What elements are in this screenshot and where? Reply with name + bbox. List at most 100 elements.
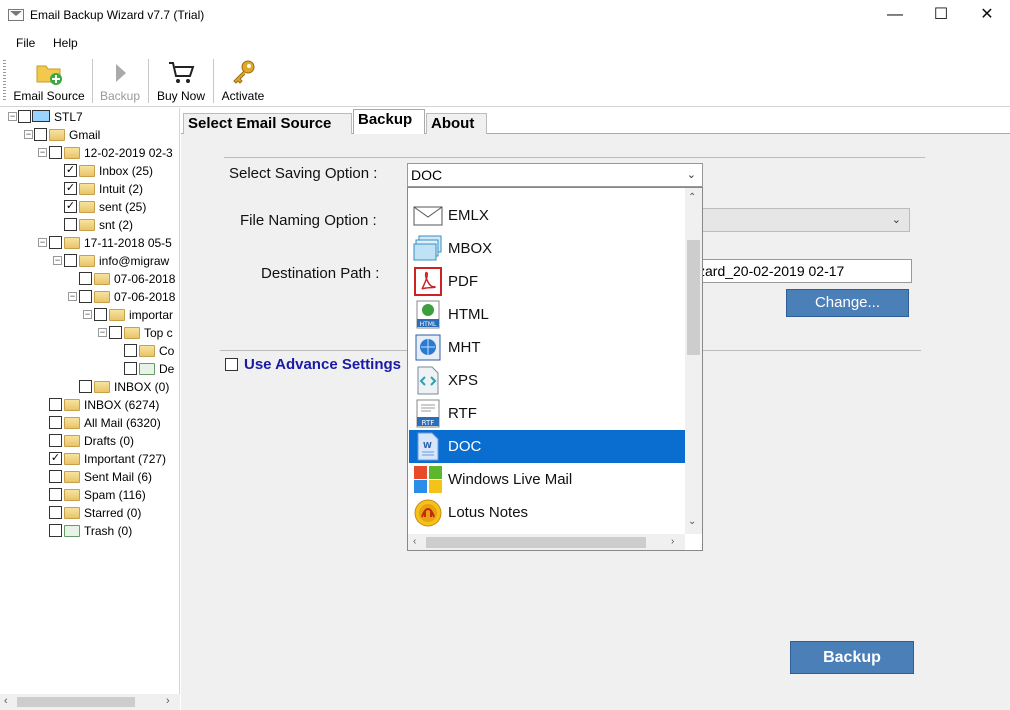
tree-checkbox[interactable] [34,128,47,141]
tree-checkbox[interactable] [49,416,62,429]
maximize-button[interactable]: ☐ [918,0,964,32]
tree-node-inbox0[interactable]: INBOX (0) [0,378,179,396]
saving-option-select[interactable]: DOC ⌄ [407,163,703,187]
backup-toolbar-button[interactable]: Backup [96,55,144,107]
tree-node-top[interactable]: − Top c [0,324,179,342]
backup-toolbar-label: Backup [99,89,141,103]
tree-checkbox-checked[interactable]: ✓ [49,452,62,465]
tree-checkbox[interactable] [64,218,77,231]
tree-checkbox-checked[interactable]: ✓ [64,200,77,213]
tree-node-intuit[interactable]: ✓ Intuit (2) [0,180,179,198]
backup-button[interactable]: Backup [790,641,914,674]
tree-node-spam[interactable]: Spam (116) [0,486,179,504]
option-mht[interactable]: MHT [409,331,685,364]
computer-icon [32,110,50,122]
tree-checkbox[interactable] [64,254,77,267]
tree-node-sentmail[interactable]: Sent Mail (6) [0,468,179,486]
close-button[interactable]: ✕ [964,0,1010,32]
scroll-thumb[interactable] [426,537,646,548]
tree-node-inbox[interactable]: ✓ Inbox (25) [0,162,179,180]
tree-checkbox[interactable] [18,110,31,123]
file-naming-select[interactable]: ⌄ [697,208,910,232]
tree-node-drafts[interactable]: Drafts (0) [0,432,179,450]
option-xps[interactable]: XPS [409,364,685,397]
advance-settings-checkbox[interactable] [225,358,238,371]
minimize-button[interactable]: — [872,0,918,32]
scroll-thumb[interactable] [687,240,700,355]
tree-checkbox[interactable] [49,236,62,249]
tree-checkbox[interactable] [49,488,62,501]
menu-help[interactable]: Help [53,36,78,50]
dropdown-vertical-scrollbar[interactable]: ⌃ ⌄ [685,188,702,534]
buy-now-label: Buy Now [156,89,206,103]
tree-node-root[interactable]: − STL7 [0,108,179,126]
tree-node-starred[interactable]: Starred (0) [0,504,179,522]
option-mbox[interactable]: MBOX [409,232,685,265]
tab-about[interactable]: About [426,113,487,134]
tree-node-info[interactable]: − info@migraw [0,252,179,270]
scroll-right-icon[interactable]: › [166,695,170,707]
tree-checkbox[interactable] [49,524,62,537]
saving-option-dropdown[interactable]: EMLX MBOX PDF HTML HTML MHT XPS RTF RTF … [407,187,703,551]
tree-node-gmail[interactable]: − Gmail [0,126,179,144]
tree-checkbox[interactable] [49,470,62,483]
tree-node-snt[interactable]: snt (2) [0,216,179,234]
folder-icon [79,219,95,231]
buy-now-button[interactable]: Buy Now [152,55,210,107]
scroll-thumb[interactable] [17,697,135,707]
option-emlx[interactable]: EMLX [409,199,685,232]
tab-select-email-source[interactable]: Select Email Source [183,113,352,134]
scroll-up-icon[interactable]: ⌃ [688,192,696,203]
toolbar: Email Source Backup Buy Now Activate [0,55,1010,107]
tree-checkbox[interactable] [94,308,107,321]
scroll-right-icon[interactable]: › [671,536,674,547]
tree-checkbox[interactable] [79,290,92,303]
option-rtf[interactable]: RTF RTF [409,397,685,430]
scroll-left-icon[interactable]: ‹ [413,536,416,547]
tree-checkbox[interactable] [124,344,137,357]
tree-checkbox-checked[interactable]: ✓ [64,164,77,177]
tree-checkbox[interactable] [79,272,92,285]
option-windows-live-mail[interactable]: Windows Live Mail [409,463,685,496]
tree-node-folder[interactable]: − 12-02-2019 02-3 [0,144,179,162]
scroll-down-icon[interactable]: ⌄ [688,516,696,527]
tab-bar: Select Email Source Backup About [181,108,1010,135]
advance-settings-label[interactable]: Use Advance Settings [244,356,401,373]
change-button[interactable]: Change... [786,289,909,317]
tree-node-allmail[interactable]: All Mail (6320) [0,414,179,432]
option-html[interactable]: HTML HTML [409,298,685,331]
tree-node-date[interactable]: − 07-06-2018 [0,288,179,306]
tree-node-de[interactable]: De [0,360,179,378]
activate-label: Activate [221,89,265,103]
tree-node-sent[interactable]: ✓ sent (25) [0,198,179,216]
tree-checkbox[interactable] [49,398,62,411]
tree-checkbox[interactable] [79,380,92,393]
rtf-icon: RTF [413,399,443,428]
tree-node-important-sub[interactable]: − importar [0,306,179,324]
tree-horizontal-scrollbar[interactable]: ‹ › [0,694,180,710]
menu-file[interactable]: File [16,36,35,50]
tree-checkbox-checked[interactable]: ✓ [64,182,77,195]
option-lotus-notes[interactable]: Lotus Notes [409,496,685,529]
tree-node-important[interactable]: ✓ Important (727) [0,450,179,468]
tree-node-co[interactable]: Co [0,342,179,360]
option-doc[interactable]: W DOC [409,430,685,463]
scroll-left-icon[interactable]: ‹ [4,695,8,707]
tree-node-date[interactable]: 07-06-2018 [0,270,179,288]
tree-checkbox[interactable] [49,146,62,159]
tree-checkbox[interactable] [49,506,62,519]
tree-checkbox[interactable] [124,362,137,375]
activate-button[interactable]: Activate [216,55,270,107]
key-icon [229,59,257,87]
tree-node-folder[interactable]: − 17-11-2018 05-5 [0,234,179,252]
email-source-button[interactable]: Email Source [12,55,86,107]
tab-backup[interactable]: Backup [353,109,425,135]
tree-checkbox[interactable] [109,326,122,339]
divider [224,157,925,158]
option-pdf[interactable]: PDF [409,265,685,298]
tree-checkbox[interactable] [49,434,62,447]
destination-path-input[interactable]: zard_20-02-2019 02-17 [697,259,912,283]
dropdown-horizontal-scrollbar[interactable]: ‹ › [408,534,685,550]
tree-node-trash[interactable]: Trash (0) [0,522,179,540]
tree-node-inbox6274[interactable]: INBOX (6274) [0,396,179,414]
